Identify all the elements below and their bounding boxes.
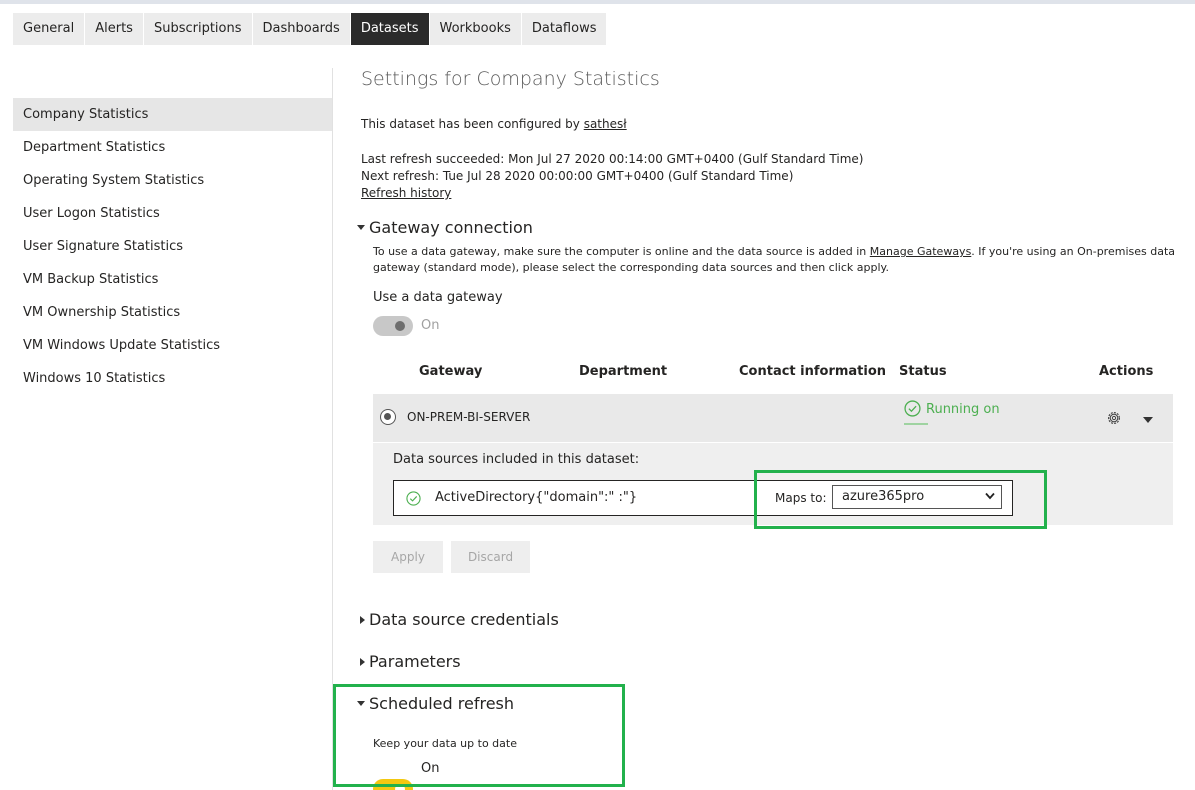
refresh-history-link[interactable]: Refresh history	[361, 186, 451, 200]
collapse-triangle-icon	[357, 225, 365, 230]
gateway-radio[interactable]	[380, 409, 396, 425]
data-sources-heading: Data sources included in this dataset:	[393, 452, 640, 467]
check-circle-icon	[406, 491, 421, 506]
col-header-gateway: Gateway	[419, 364, 483, 379]
tab-alerts[interactable]: Alerts	[85, 13, 143, 45]
check-circle-icon	[904, 400, 921, 417]
apply-button[interactable]: Apply	[373, 541, 443, 573]
col-header-status: Status	[899, 364, 947, 379]
page-title: Settings for Company Statistics	[361, 68, 660, 90]
tab-general[interactable]: General	[13, 13, 85, 45]
toggle-knob	[395, 321, 405, 331]
configured-by-prefix: This dataset has been configured by	[361, 117, 584, 131]
sidebar-divider	[332, 68, 333, 790]
use-gateway-toggle-label: On	[421, 318, 440, 333]
data-source-credentials-title: Data source credentials	[369, 610, 559, 629]
tab-subscriptions[interactable]: Subscriptions	[143, 13, 252, 45]
sidebar-item-company-statistics[interactable]: Company Statistics	[13, 98, 332, 131]
gateway-connection-header[interactable]: Gateway connection	[357, 218, 533, 237]
expand-chevron-icon[interactable]	[1142, 416, 1154, 424]
gateway-status: Running on	[904, 400, 1024, 426]
maps-to-highlight-box	[754, 470, 1047, 529]
gateway-connection-title: Gateway connection	[369, 218, 533, 237]
dataset-list: Company Statistics Department Statistics…	[13, 98, 332, 395]
use-gateway-label: Use a data gateway	[373, 290, 503, 305]
gateway-row[interactable]: ON-PREM-BI-SERVER Running on	[373, 394, 1173, 442]
configured-by-text: This dataset has been configured by sath…	[361, 117, 627, 131]
col-header-actions: Actions	[1099, 364, 1154, 379]
data-source-credentials-header[interactable]: Data source credentials	[360, 610, 559, 629]
parameters-header[interactable]: Parameters	[360, 652, 461, 671]
sidebar-item-user-logon-statistics[interactable]: User Logon Statistics	[13, 197, 332, 230]
sidebar-item-operating-system-statistics[interactable]: Operating System Statistics	[13, 164, 332, 197]
dataset-settings-panel: Settings for Company Statistics This dat…	[357, 0, 1195, 790]
scheduled-refresh-highlight-box	[333, 684, 625, 787]
last-refresh-text: Last refresh succeeded: Mon Jul 27 2020 …	[361, 152, 864, 166]
data-source-name: ActiveDirectory{"domain":" :"}	[435, 490, 638, 505]
sidebar-item-vm-backup-statistics[interactable]: VM Backup Statistics	[13, 263, 332, 296]
sidebar-item-vm-ownership-statistics[interactable]: VM Ownership Statistics	[13, 296, 332, 329]
configured-user-link[interactable]: sathesł	[584, 117, 627, 131]
col-header-contact: Contact information	[739, 364, 887, 379]
next-refresh-text: Next refresh: Tue Jul 28 2020 00:00:00 G…	[361, 169, 794, 183]
gateway-status-text: Running on	[926, 402, 1000, 417]
tab-dashboards[interactable]: Dashboards	[252, 13, 350, 45]
status-truncated-mark	[904, 423, 928, 425]
gateway-description: To use a data gateway, make sure the com…	[373, 245, 1175, 258]
sidebar-item-vm-windows-update-statistics[interactable]: VM Windows Update Statistics	[13, 329, 332, 362]
gateway-desc-part1: To use a data gateway, make sure the com…	[373, 245, 870, 258]
sidebar-item-user-signature-statistics[interactable]: User Signature Statistics	[13, 230, 332, 263]
expand-triangle-icon	[360, 615, 365, 624]
gateway-name: ON-PREM-BI-SERVER	[407, 410, 531, 424]
use-gateway-toggle[interactable]	[373, 316, 413, 336]
sidebar-item-windows-10-statistics[interactable]: Windows 10 Statistics	[13, 362, 332, 395]
expand-triangle-icon	[360, 657, 365, 666]
col-header-department: Department	[579, 364, 668, 379]
sidebar-item-department-statistics[interactable]: Department Statistics	[13, 131, 332, 164]
gear-icon[interactable]	[1105, 409, 1123, 427]
manage-gateways-link[interactable]: Manage Gateways	[870, 245, 972, 258]
gateway-description-line2: gateway (standard mode), please select t…	[373, 261, 889, 274]
discard-button[interactable]: Discard	[451, 541, 530, 573]
gateway-desc-part2: . If you're using an On-premises data	[971, 245, 1176, 258]
parameters-title: Parameters	[369, 652, 461, 671]
